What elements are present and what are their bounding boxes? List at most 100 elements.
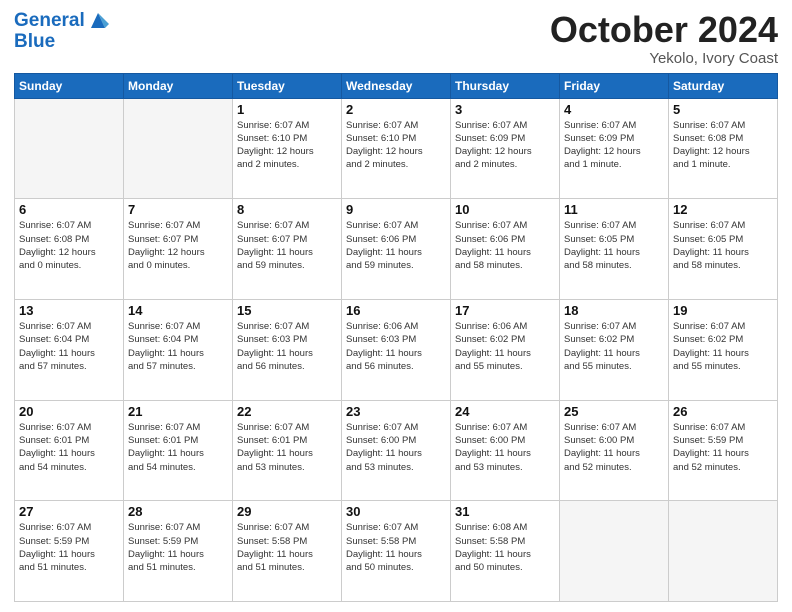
logo: General Blue xyxy=(14,10,109,52)
calendar-day-cell: 4 Sunrise: 6:07 AM Sunset: 6:09 PM Daylig… xyxy=(560,98,669,199)
day-info: Sunrise: 6:07 AM Sunset: 6:07 PM Dayligh… xyxy=(128,219,228,272)
calendar-day-cell: 27 Sunrise: 6:07 AM Sunset: 5:59 PM Dayli… xyxy=(15,501,124,602)
title-block: October 2024 Yekolo, Ivory Coast xyxy=(550,10,778,67)
calendar-week-row: 27 Sunrise: 6:07 AM Sunset: 5:59 PM Dayli… xyxy=(15,501,778,602)
calendar-day-cell xyxy=(15,98,124,199)
calendar-day-cell: 17 Sunrise: 6:06 AM Sunset: 6:02 PM Dayli… xyxy=(451,299,560,400)
month-title: October 2024 xyxy=(550,10,778,50)
weekday-header: Saturday xyxy=(669,73,778,98)
day-number: 16 xyxy=(346,303,446,318)
calendar-day-cell: 25 Sunrise: 6:07 AM Sunset: 6:00 PM Dayli… xyxy=(560,400,669,501)
day-info: Sunrise: 6:07 AM Sunset: 6:01 PM Dayligh… xyxy=(237,421,337,474)
calendar-day-cell: 3 Sunrise: 6:07 AM Sunset: 6:09 PM Daylig… xyxy=(451,98,560,199)
day-info: Sunrise: 6:07 AM Sunset: 6:09 PM Dayligh… xyxy=(455,119,555,172)
weekday-header: Tuesday xyxy=(233,73,342,98)
day-info: Sunrise: 6:08 AM Sunset: 5:58 PM Dayligh… xyxy=(455,521,555,574)
day-number: 22 xyxy=(237,404,337,419)
day-number: 13 xyxy=(19,303,119,318)
day-number: 11 xyxy=(564,202,664,217)
day-number: 5 xyxy=(673,102,773,117)
day-info: Sunrise: 6:07 AM Sunset: 5:59 PM Dayligh… xyxy=(19,521,119,574)
day-info: Sunrise: 6:07 AM Sunset: 6:03 PM Dayligh… xyxy=(237,320,337,373)
calendar-day-cell: 15Sunrise: 6:07 AM Sunset: 6:03 PM Dayli… xyxy=(233,299,342,400)
weekday-header: Friday xyxy=(560,73,669,98)
day-number: 20 xyxy=(19,404,119,419)
day-info: Sunrise: 6:07 AM Sunset: 5:59 PM Dayligh… xyxy=(128,521,228,574)
calendar-day-cell: 24Sunrise: 6:07 AM Sunset: 6:00 PM Dayli… xyxy=(451,400,560,501)
calendar-day-cell: 5Sunrise: 6:07 AM Sunset: 6:08 PM Daylig… xyxy=(669,98,778,199)
calendar-day-cell xyxy=(124,98,233,199)
day-info: Sunrise: 6:06 AM Sunset: 6:02 PM Dayligh… xyxy=(455,320,555,373)
day-number: 23 xyxy=(346,404,446,419)
calendar-week-row: 13 Sunrise: 6:07 AM Sunset: 6:04 PM Dayli… xyxy=(15,299,778,400)
page: General Blue October 2024 Yekolo, Ivory … xyxy=(0,0,792,612)
day-info: Sunrise: 6:07 AM Sunset: 6:04 PM Dayligh… xyxy=(19,320,119,373)
day-number: 28 xyxy=(128,504,228,519)
day-number: 1 xyxy=(237,102,337,117)
calendar-day-cell: 18 Sunrise: 6:07 AM Sunset: 6:02 PM Dayli… xyxy=(560,299,669,400)
day-info: Sunrise: 6:07 AM Sunset: 6:06 PM Dayligh… xyxy=(455,219,555,272)
calendar-week-row: 20 Sunrise: 6:07 AM Sunset: 6:01 PM Dayli… xyxy=(15,400,778,501)
day-info: Sunrise: 6:07 AM Sunset: 5:59 PM Dayligh… xyxy=(673,421,773,474)
calendar-day-cell: 14 Sunrise: 6:07 AM Sunset: 6:04 PM Dayli… xyxy=(124,299,233,400)
calendar-day-cell: 31Sunrise: 6:08 AM Sunset: 5:58 PM Dayli… xyxy=(451,501,560,602)
day-info: Sunrise: 6:07 AM Sunset: 6:00 PM Dayligh… xyxy=(346,421,446,474)
calendar-day-cell: 9 Sunrise: 6:07 AM Sunset: 6:06 PM Daylig… xyxy=(342,199,451,300)
weekday-header: Thursday xyxy=(451,73,560,98)
calendar-week-row: 1 Sunrise: 6:07 AM Sunset: 6:10 PM Daylig… xyxy=(15,98,778,199)
day-number: 2 xyxy=(346,102,446,117)
calendar-day-cell: 30Sunrise: 6:07 AM Sunset: 5:58 PM Dayli… xyxy=(342,501,451,602)
day-info: Sunrise: 6:07 AM Sunset: 6:09 PM Dayligh… xyxy=(564,119,664,172)
day-number: 27 xyxy=(19,504,119,519)
calendar-day-cell: 7 Sunrise: 6:07 AM Sunset: 6:07 PM Daylig… xyxy=(124,199,233,300)
day-number: 14 xyxy=(128,303,228,318)
day-info: Sunrise: 6:07 AM Sunset: 6:00 PM Dayligh… xyxy=(564,421,664,474)
day-info: Sunrise: 6:07 AM Sunset: 6:10 PM Dayligh… xyxy=(237,119,337,172)
calendar-day-cell: 16 Sunrise: 6:06 AM Sunset: 6:03 PM Dayli… xyxy=(342,299,451,400)
day-number: 12 xyxy=(673,202,773,217)
day-info: Sunrise: 6:06 AM Sunset: 6:03 PM Dayligh… xyxy=(346,320,446,373)
day-number: 29 xyxy=(237,504,337,519)
day-info: Sunrise: 6:07 AM Sunset: 6:04 PM Dayligh… xyxy=(128,320,228,373)
day-number: 8 xyxy=(237,202,337,217)
calendar-day-cell: 10 Sunrise: 6:07 AM Sunset: 6:06 PM Dayli… xyxy=(451,199,560,300)
calendar-day-cell: 11 Sunrise: 6:07 AM Sunset: 6:05 PM Dayli… xyxy=(560,199,669,300)
calendar-day-cell: 1 Sunrise: 6:07 AM Sunset: 6:10 PM Daylig… xyxy=(233,98,342,199)
day-number: 10 xyxy=(455,202,555,217)
day-number: 6 xyxy=(19,202,119,217)
calendar-day-cell: 26 Sunrise: 6:07 AM Sunset: 5:59 PM Dayli… xyxy=(669,400,778,501)
header: General Blue October 2024 Yekolo, Ivory … xyxy=(14,10,778,67)
calendar-day-cell: 22 Sunrise: 6:07 AM Sunset: 6:01 PM Dayli… xyxy=(233,400,342,501)
day-number: 9 xyxy=(346,202,446,217)
calendar-day-cell: 13 Sunrise: 6:07 AM Sunset: 6:04 PM Dayli… xyxy=(15,299,124,400)
calendar-day-cell xyxy=(560,501,669,602)
day-info: Sunrise: 6:07 AM Sunset: 6:05 PM Dayligh… xyxy=(564,219,664,272)
calendar-day-cell: 29Sunrise: 6:07 AM Sunset: 5:58 PM Dayli… xyxy=(233,501,342,602)
calendar-day-cell: 28 Sunrise: 6:07 AM Sunset: 5:59 PM Dayli… xyxy=(124,501,233,602)
day-info: Sunrise: 6:07 AM Sunset: 6:01 PM Dayligh… xyxy=(19,421,119,474)
day-info: Sunrise: 6:07 AM Sunset: 5:58 PM Dayligh… xyxy=(346,521,446,574)
day-number: 3 xyxy=(455,102,555,117)
day-info: Sunrise: 6:07 AM Sunset: 6:02 PM Dayligh… xyxy=(564,320,664,373)
day-info: Sunrise: 6:07 AM Sunset: 6:05 PM Dayligh… xyxy=(673,219,773,272)
day-info: Sunrise: 6:07 AM Sunset: 6:00 PM Dayligh… xyxy=(455,421,555,474)
day-info: Sunrise: 6:07 AM Sunset: 6:07 PM Dayligh… xyxy=(237,219,337,272)
day-number: 7 xyxy=(128,202,228,217)
day-number: 26 xyxy=(673,404,773,419)
calendar-day-cell: 23 Sunrise: 6:07 AM Sunset: 6:00 PM Dayli… xyxy=(342,400,451,501)
day-number: 4 xyxy=(564,102,664,117)
day-number: 19 xyxy=(673,303,773,318)
day-number: 17 xyxy=(455,303,555,318)
calendar-header-row: SundayMondayTuesdayWednesdayThursdayFrid… xyxy=(15,73,778,98)
day-number: 18 xyxy=(564,303,664,318)
calendar-day-cell xyxy=(669,501,778,602)
calendar-day-cell: 19Sunrise: 6:07 AM Sunset: 6:02 PM Dayli… xyxy=(669,299,778,400)
calendar-day-cell: 12 Sunrise: 6:07 AM Sunset: 6:05 PM Dayli… xyxy=(669,199,778,300)
day-number: 25 xyxy=(564,404,664,419)
weekday-header: Wednesday xyxy=(342,73,451,98)
logo-blue: Blue xyxy=(14,32,109,52)
calendar-day-cell: 2Sunrise: 6:07 AM Sunset: 6:10 PM Daylig… xyxy=(342,98,451,199)
day-info: Sunrise: 6:07 AM Sunset: 6:06 PM Dayligh… xyxy=(346,219,446,272)
calendar-day-cell: 6Sunrise: 6:07 AM Sunset: 6:08 PM Daylig… xyxy=(15,199,124,300)
day-info: Sunrise: 6:07 AM Sunset: 6:01 PM Dayligh… xyxy=(128,421,228,474)
